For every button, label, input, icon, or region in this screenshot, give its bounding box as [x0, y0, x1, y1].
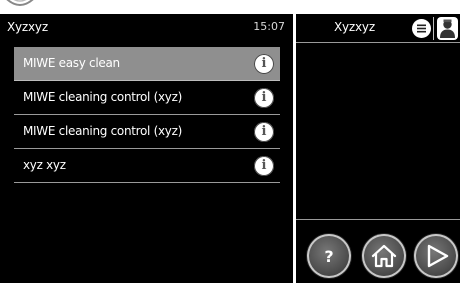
user-icon[interactable]: [437, 17, 458, 40]
info-icon[interactable]: i: [254, 54, 274, 74]
program-item-label: MIWE cleaning control (xyz): [23, 124, 182, 138]
detail-panel: Xyzxyz ?: [296, 14, 460, 283]
program-list-panel: Xyzxyz 15:07 MIWE easy clean i MIWE clea…: [0, 14, 293, 283]
start-button[interactable]: [414, 234, 458, 278]
footer-divider-line: [296, 219, 460, 220]
clock-time: 15:07: [253, 20, 285, 33]
program-item-cleaning-control-2[interactable]: MIWE cleaning control (xyz) i: [14, 115, 280, 149]
home-icon: [371, 244, 397, 268]
svg-text:?: ?: [324, 247, 333, 266]
program-item-label: MIWE easy clean: [23, 56, 120, 70]
program-item-xyz[interactable]: xyz xyz i: [14, 149, 280, 183]
oven-control-screen: Xyzxyz 15:07 MIWE easy clean i MIWE clea…: [0, 0, 460, 283]
panel-title: Xyzxyz: [7, 20, 48, 34]
help-button[interactable]: ?: [307, 234, 351, 278]
home-button[interactable]: [362, 234, 406, 278]
question-mark-icon: ?: [324, 247, 333, 266]
detail-panel-title: Xyzxyz: [334, 20, 375, 34]
logo-icon: [6, 0, 34, 6]
info-icon[interactable]: i: [254, 122, 274, 142]
info-icon[interactable]: i: [254, 156, 274, 176]
program-item-label: MIWE cleaning control (xyz): [23, 90, 182, 104]
program-item-cleaning-control-1[interactable]: MIWE cleaning control (xyz) i: [14, 81, 280, 115]
menu-icon[interactable]: [412, 19, 431, 38]
info-icon[interactable]: i: [254, 88, 274, 108]
program-item-label: xyz xyz: [23, 158, 66, 172]
header-divider-line: [296, 42, 460, 43]
header-divider: [433, 17, 434, 40]
program-item-easy-clean[interactable]: MIWE easy clean i: [14, 47, 280, 81]
play-icon: [427, 244, 449, 268]
program-list: MIWE easy clean i MIWE cleaning control …: [14, 47, 280, 183]
